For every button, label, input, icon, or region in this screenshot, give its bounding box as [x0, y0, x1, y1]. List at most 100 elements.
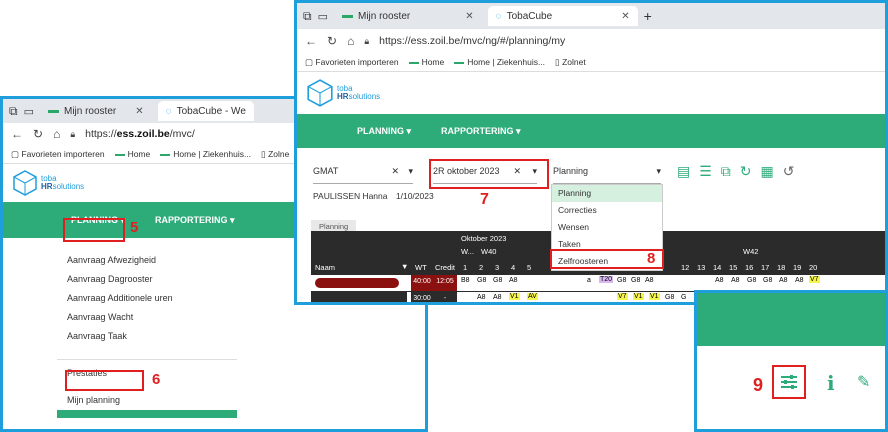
shift-cell[interactable]: T20 [599, 276, 614, 283]
shift-cell[interactable]: a [587, 277, 591, 284]
month-header: Oktober 2023 [461, 234, 507, 243]
col-wt: WT [415, 263, 427, 272]
shift-cell[interactable]: A8 [645, 277, 654, 284]
shift-cell[interactable]: A8 [493, 294, 502, 301]
shift-cell[interactable]: G8 [631, 277, 640, 284]
menu-active-underline [57, 410, 237, 418]
day-header: 13 [697, 263, 706, 272]
menu-item-mijn-planning[interactable]: Mijn planning [57, 391, 237, 410]
tab-actions-icon[interactable]: ▭ [24, 105, 34, 118]
back-icon[interactable]: ← [11, 127, 23, 141]
shift-cell[interactable]: G8 [763, 277, 772, 284]
favorite-import[interactable]: ▢ Favorieten importeren [11, 149, 105, 160]
sliders-icon[interactable] [780, 374, 798, 390]
favorite-home-ziekenhuis[interactable]: Home | Ziekenhuis... [160, 149, 251, 159]
gmat-select[interactable]: GMAT ✕ ▾ [313, 166, 413, 184]
dropdown-option-wensen[interactable]: Wensen [552, 219, 662, 236]
reload-icon[interactable]: ↻ [33, 127, 43, 141]
collections-icon[interactable]: ⧉ [303, 9, 312, 24]
shift-cell[interactable]: G8 [477, 277, 486, 284]
cube-logo-icon [13, 170, 37, 196]
dropdown-option-correcties[interactable]: Correcties [552, 202, 662, 219]
shift-cell[interactable]: A8 [779, 277, 788, 284]
row-credit: 12:05 [433, 275, 457, 291]
close-tab-icon[interactable]: ✕ [135, 106, 143, 117]
chevron-down-icon[interactable]: ▾ [408, 166, 413, 177]
menu-item[interactable]: Aanvraag Dagrooster [57, 270, 237, 289]
new-tab-icon[interactable]: + [644, 8, 652, 24]
shift-cell[interactable]: B8 [461, 277, 470, 284]
home-icon[interactable]: ⌂ [53, 127, 60, 141]
favorite-home-ziekenhuis[interactable]: Home | Ziekenhuis... [454, 57, 545, 67]
menu-item[interactable]: Aanvraag Additionele uren [57, 289, 237, 308]
tab-mijn-rooster[interactable]: Mijn rooster ✕ [40, 101, 152, 121]
reload-icon[interactable]: ↻ [327, 34, 337, 48]
toba-logo: toba HRsolutions [297, 72, 885, 114]
day-header: 20 [809, 263, 818, 272]
back-icon[interactable]: ← [305, 34, 317, 48]
shift-cell[interactable]: V7 [809, 276, 820, 283]
shift-cell[interactable]: A8 [715, 277, 724, 284]
tab-label: TobaCube [506, 10, 553, 22]
favorite-zolnet[interactable]: ▯ Zolnet [555, 57, 586, 68]
tab-actions-icon[interactable]: ▭ [318, 10, 328, 23]
copy-icon[interactable]: ⧉ [721, 163, 731, 180]
url-field[interactable]: https://ess.zoil.be/mvc/ [85, 128, 195, 140]
menu-item[interactable]: Aanvraag Afwezigheid [57, 251, 237, 270]
nav-rapportering[interactable]: RAPPORTERING ▾ [441, 126, 521, 137]
close-tab-icon[interactable]: ✕ [621, 11, 629, 22]
favorite-home[interactable]: Home [114, 149, 150, 159]
shift-cell[interactable]: AV [527, 293, 538, 300]
view-select[interactable]: Planning ▾ [553, 166, 661, 184]
brush-icon[interactable]: ✎ [857, 372, 870, 392]
collections-icon[interactable]: ⧉ [9, 104, 18, 119]
step-9-label: 9 [753, 375, 764, 395]
shift-cell[interactable]: V1 [509, 293, 520, 300]
shift-cell[interactable]: A8 [509, 277, 518, 284]
menu-item[interactable]: Aanvraag Wacht [57, 308, 237, 327]
favorite-import[interactable]: ▢ Favorieten importeren [305, 57, 399, 68]
document-icon[interactable]: ▤ [677, 163, 690, 180]
view-value: Planning [553, 166, 589, 176]
info-icon[interactable]: i [827, 371, 835, 395]
shift-cell[interactable]: V7 [617, 293, 628, 300]
tab-tobacube[interactable]: ◌ TobaCube ✕ [487, 6, 638, 26]
shift-cell[interactable]: A8 [731, 277, 740, 284]
day-header: 18 [777, 263, 786, 272]
clear-icon[interactable]: ✕ [391, 166, 399, 177]
list-icon[interactable]: ☰ [699, 163, 712, 180]
refresh-icon[interactable]: ↻ [740, 163, 752, 180]
shift-cell[interactable]: V1 [633, 293, 644, 300]
day-header: 2 [479, 263, 484, 272]
nav-planning[interactable]: PLANNING ▾ [357, 126, 411, 137]
shift-cell[interactable]: G8 [493, 277, 502, 284]
shift-cell[interactable]: G8 [665, 294, 674, 301]
step-7-label: 7 [480, 191, 489, 208]
zoom-screenshot: 9 i ✎ [694, 290, 888, 432]
highlight-mijn-planning [65, 370, 144, 391]
chevron-down-icon[interactable]: ▾ [656, 166, 661, 177]
history-icon[interactable]: ↺ [783, 163, 795, 180]
shift-cell[interactable]: G [681, 294, 686, 301]
tab-mijn-rooster[interactable]: Mijn rooster ✕ [334, 6, 482, 26]
filter-icon[interactable]: ▼ [401, 262, 408, 271]
dropdown-option-planning[interactable]: Planning [552, 185, 662, 202]
home-icon[interactable]: ⌂ [347, 34, 354, 48]
close-tab-icon[interactable]: ✕ [465, 11, 473, 22]
menu-item[interactable]: Aanvraag Taak [57, 327, 237, 346]
favorite-zolnet[interactable]: ▯ Zolne [261, 149, 289, 160]
shift-cell[interactable]: A8 [477, 294, 486, 301]
shift-cell[interactable]: G8 [617, 277, 626, 284]
table-row[interactable]: 40:00 12:05 B8 G8 G8 A8 a T20 G8 G8 A8 A… [311, 275, 885, 291]
day-header: 15 [729, 263, 738, 272]
grid-icon[interactable]: ▦ [761, 163, 774, 180]
day-header: 3 [495, 263, 500, 272]
tab-tobacube[interactable]: ◌ TobaCube - We [157, 101, 254, 121]
shift-cell[interactable]: A8 [795, 277, 804, 284]
shift-cell[interactable]: G8 [747, 277, 756, 284]
shift-cell[interactable]: V1 [649, 293, 660, 300]
favorites-bar: ▢ Favorieten importeren Home Home | Ziek… [297, 53, 885, 72]
favorite-home[interactable]: Home [408, 57, 444, 67]
url-field[interactable]: https://ess.zoil.be/mvc/ng/#/planning/my [379, 35, 565, 47]
nav-rapportering[interactable]: RAPPORTERING ▾ [155, 215, 235, 226]
